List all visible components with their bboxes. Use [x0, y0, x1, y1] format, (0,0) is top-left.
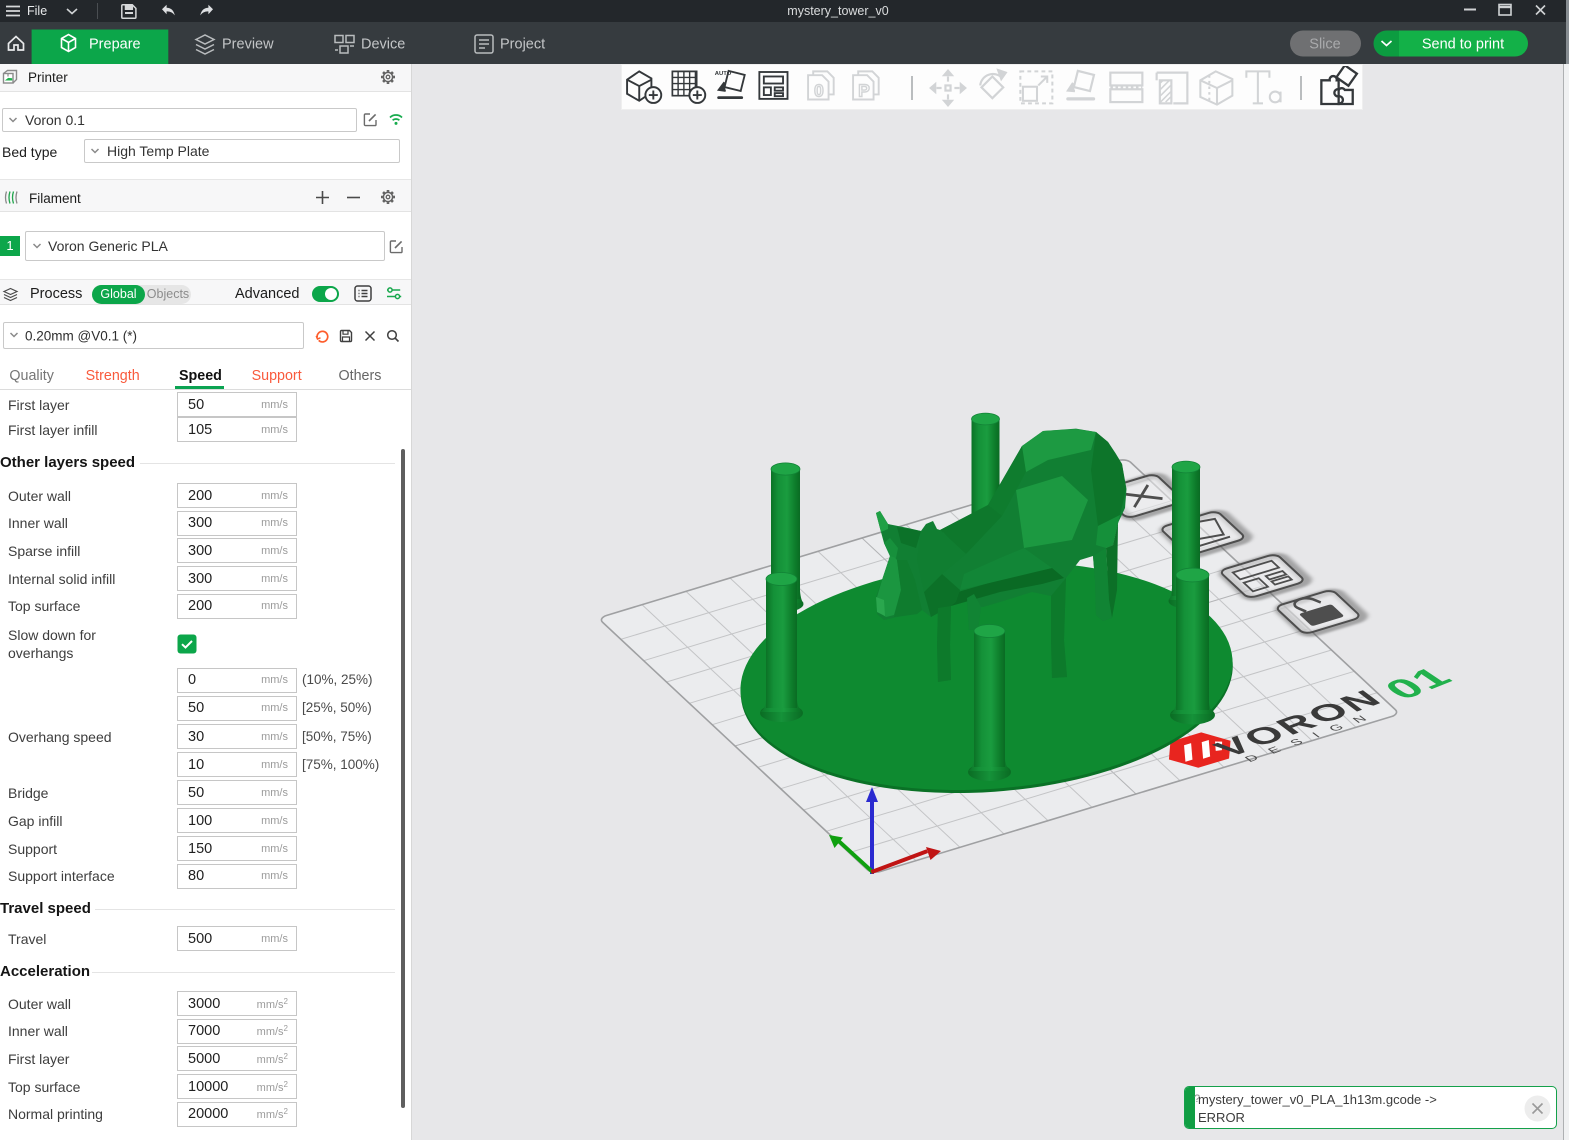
svg-text:Preview: Preview: [222, 37, 274, 53]
svg-text:Prepare: Prepare: [89, 37, 141, 53]
svg-text:File: File: [27, 4, 47, 18]
svg-text:Slice: Slice: [1309, 37, 1340, 53]
svg-text:Device: Device: [361, 37, 405, 53]
svg-text:mystery_tower_v0: mystery_tower_v0: [787, 4, 888, 18]
svg-text:Send to print: Send to print: [1422, 37, 1504, 53]
svg-text:P: P: [858, 80, 870, 100]
svg-text:Project: Project: [500, 37, 545, 53]
svg-text:0: 0: [814, 80, 824, 100]
